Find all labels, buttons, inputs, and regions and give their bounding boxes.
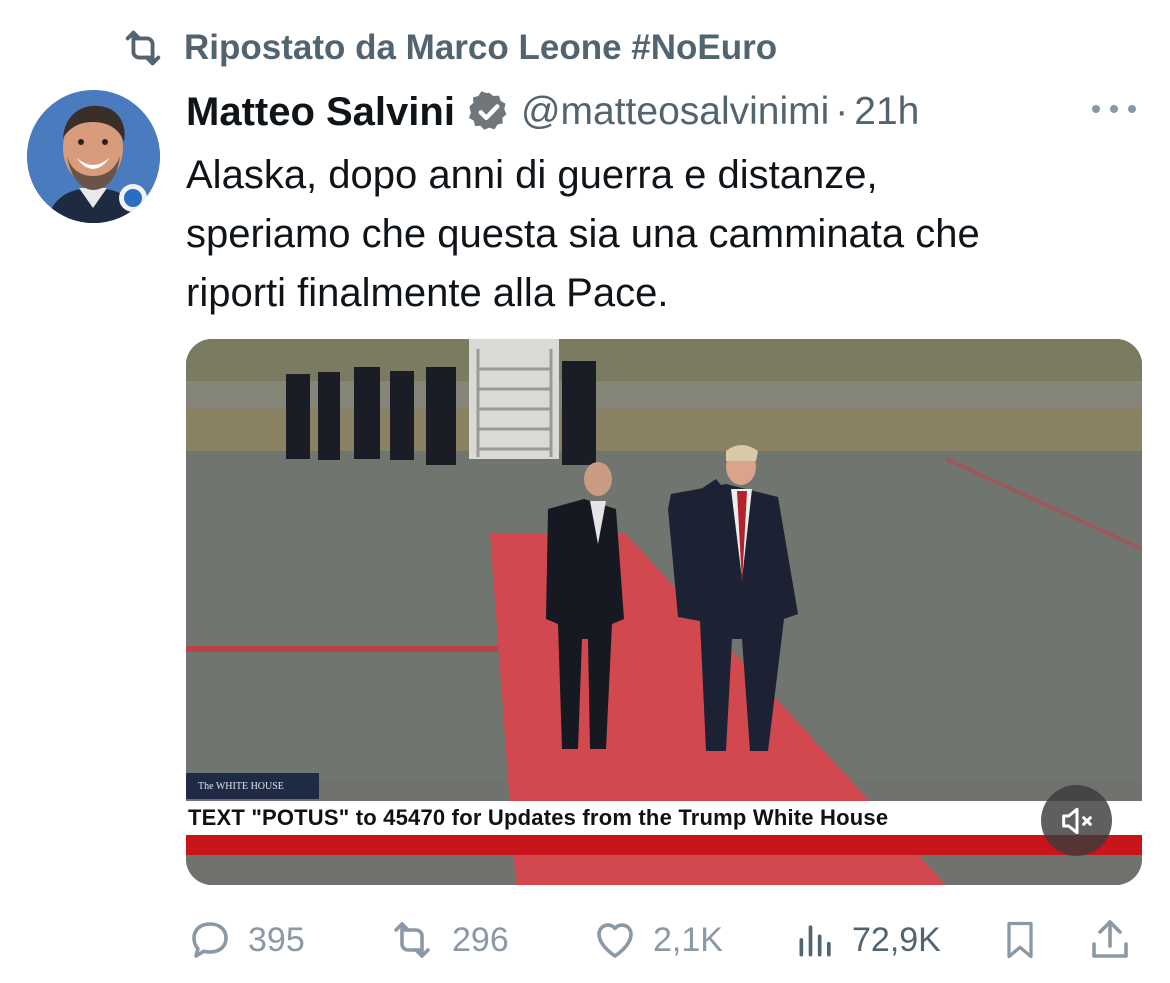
repost-label: Ripostato da Marco Leone #NoEuro — [184, 28, 778, 67]
bookmark-icon — [1007, 921, 1033, 959]
tweet-header: Matteo Salvini @matteosalvinimi · 21h — [186, 84, 919, 140]
separator-dot: · — [835, 90, 849, 133]
verified-badge-icon[interactable] — [467, 90, 511, 134]
white-house-tag: The WHITE HOUSE — [186, 773, 319, 799]
repost-count: 296 — [452, 920, 509, 959]
tweet-text: Alaska, dopo anni di guerra e distanze, … — [186, 153, 980, 315]
timestamp[interactable]: 21h — [854, 90, 919, 134]
tweet-actions: 395 296 2,1K 72,9K — [186, 912, 1146, 968]
views-count: 72,9K — [852, 920, 941, 959]
repost-button[interactable]: 296 — [386, 912, 509, 968]
reply-icon — [192, 922, 228, 958]
news-ticker: TEXT "POTUS" to 45470 for Updates from t… — [186, 801, 1142, 835]
video-player[interactable]: The WHITE HOUSE TEXT "POTUS" to 45470 fo… — [186, 339, 1142, 885]
author-name[interactable]: Matteo Salvini — [186, 90, 455, 135]
more-options-icon[interactable] — [1092, 96, 1136, 122]
ticker-red-bar — [186, 835, 1142, 855]
like-button[interactable]: 2,1K — [591, 912, 723, 968]
repost-icon — [125, 30, 161, 66]
author-handle[interactable]: @matteosalvinimi — [521, 90, 829, 134]
avatar[interactable] — [27, 90, 160, 223]
repost-banner[interactable]: Ripostato da Marco Leone #NoEuro — [120, 26, 777, 70]
views-button[interactable]: 72,9K — [794, 912, 941, 968]
speaker-muted-icon — [1061, 807, 1092, 834]
like-count: 2,1K — [653, 920, 723, 959]
heart-icon — [597, 923, 633, 958]
mute-button[interactable] — [1041, 785, 1112, 856]
reply-count: 395 — [248, 920, 305, 959]
repost-action-icon — [394, 922, 430, 958]
share-button[interactable] — [1086, 912, 1148, 968]
views-chart-icon — [799, 925, 831, 957]
ticker-text: TEXT "POTUS" to 45470 for Updates from t… — [188, 805, 889, 830]
bookmark-button[interactable] — [998, 912, 1056, 968]
share-icon — [1092, 920, 1128, 958]
reply-button[interactable]: 395 — [186, 912, 305, 968]
